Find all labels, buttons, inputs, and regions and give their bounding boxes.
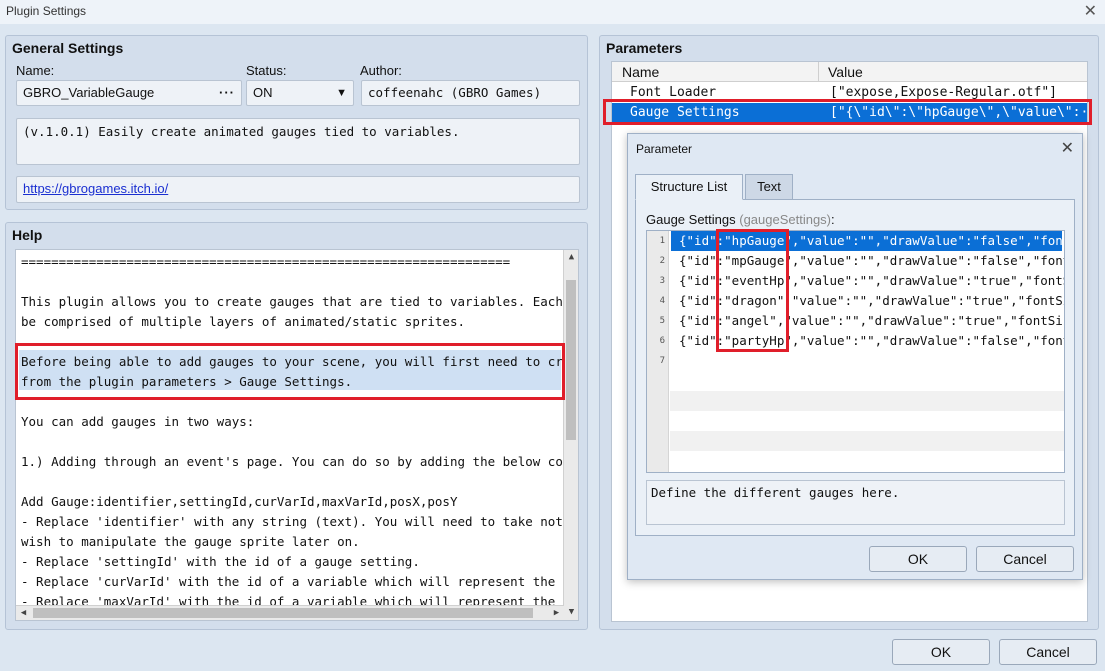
- list-item-text: {"id":"mpGauge","value":"","drawValue":"…: [679, 253, 1065, 268]
- list-item[interactable]: 6 {"id":"partyHp","value":"","drawValue":…: [647, 331, 1064, 351]
- column-header-value[interactable]: Value: [828, 64, 863, 80]
- line-number: 5: [659, 316, 665, 326]
- dialog-title: Parameter: [636, 142, 693, 156]
- structure-list-pane: Gauge Settings (gaugeSettings): 1 {"id":"…: [635, 199, 1075, 536]
- list-item-text: {"id":"dragon","value":"","drawValue":"t…: [679, 293, 1065, 308]
- scroll-left-icon[interactable]: ◀: [16, 606, 31, 620]
- dialog-cancel-button[interactable]: Cancel: [976, 546, 1074, 572]
- list-item[interactable]: 4 {"id":"dragon","value":"","drawValue":"…: [647, 291, 1064, 311]
- status-label: Status:: [246, 63, 287, 78]
- list-item[interactable]: 2 {"id":"mpGauge","value":"","drawValue":…: [647, 251, 1064, 271]
- vertical-scrollbar[interactable]: ▲ ▼: [563, 250, 578, 620]
- description-box: Define the different gauges here.: [646, 480, 1065, 525]
- help-line: This plugin allows you to create gauges …: [21, 294, 579, 309]
- url-field[interactable]: https://gbrogames.itch.io/: [16, 176, 580, 203]
- line-number: 2: [659, 256, 665, 266]
- horizontal-scrollbar[interactable]: ◀ ▶: [16, 605, 564, 620]
- ok-button[interactable]: OK: [892, 639, 990, 665]
- list-item[interactable]: 3 {"id":"eventHp","value":"","drawValue":…: [647, 271, 1064, 291]
- name-value: GBRO_VariableGauge: [23, 85, 155, 100]
- help-line: 1.) Adding through an event's page. You …: [21, 454, 579, 469]
- author-label: Author:: [360, 63, 402, 78]
- list-item-text: {"id":"eventHp","value":"","drawValue":"…: [679, 273, 1065, 288]
- scroll-thumb[interactable]: [566, 280, 576, 440]
- help-line: - Replace 'curVarId' with the id of a va…: [21, 574, 579, 589]
- empty-row: [670, 431, 1064, 451]
- help-line: from the plugin parameters > Gauge Setti…: [21, 374, 353, 389]
- help-text-area[interactable]: ========================================…: [15, 249, 579, 621]
- list-label: Gauge Settings (gaugeSettings):: [646, 212, 835, 227]
- close-icon[interactable]: ✕: [1084, 1, 1097, 21]
- list-label-colon: :: [831, 212, 835, 227]
- tab-structure-list[interactable]: Structure List: [635, 174, 743, 200]
- list-item-selected[interactable]: 1 {"id":"hpGauge","value":"","drawValue":…: [647, 231, 1064, 251]
- status-value: ON: [253, 85, 273, 100]
- list-item-text: {"id":"angel","value":"","drawValue":"tr…: [679, 313, 1065, 328]
- help-line: Add Gauge:identifier,settingId,curVarId,…: [21, 494, 458, 509]
- cancel-button[interactable]: Cancel: [999, 639, 1097, 665]
- chevron-down-icon: ▼: [336, 87, 347, 99]
- table-row[interactable]: Font Loader ["expose,Expose-Regular.otf"…: [612, 83, 1087, 103]
- browse-button[interactable]: ···: [219, 81, 235, 105]
- status-select[interactable]: ON ▼: [246, 80, 354, 106]
- author-field[interactable]: coffeenahc (GBRO Games): [361, 80, 580, 106]
- help-line: Before being able to add gauges to your …: [21, 354, 579, 369]
- name-field[interactable]: GBRO_VariableGauge ···: [16, 80, 242, 106]
- param-name: Gauge Settings: [630, 105, 740, 120]
- list-item[interactable]: 7: [647, 351, 1064, 371]
- general-settings-heading: General Settings: [12, 40, 124, 56]
- window-title: Plugin Settings: [6, 4, 87, 18]
- general-settings-panel: General Settings Name: GBRO_VariableGaug…: [5, 35, 588, 210]
- list-item-text: {"id":"partyHp","value":"","drawValue":"…: [679, 333, 1065, 348]
- empty-row: [670, 391, 1064, 411]
- dialog-ok-button[interactable]: OK: [869, 546, 967, 572]
- scroll-right-icon[interactable]: ▶: [549, 606, 564, 620]
- list-item-text: {"id":"hpGauge","value":"","drawValue":"…: [679, 233, 1065, 248]
- scroll-thumb-horizontal[interactable]: [33, 608, 533, 618]
- structure-list[interactable]: 1 {"id":"hpGauge","value":"","drawValue":…: [646, 230, 1065, 473]
- table-header: Name Value: [612, 62, 1087, 82]
- list-label-text: Gauge Settings: [646, 212, 740, 227]
- line-number: 3: [659, 276, 665, 286]
- parameters-heading: Parameters: [606, 40, 683, 56]
- scroll-down-icon[interactable]: ▼: [564, 605, 578, 620]
- line-number: 4: [659, 296, 665, 306]
- list-label-key: (gaugeSettings): [739, 212, 832, 227]
- help-heading: Help: [12, 227, 43, 243]
- table-row-selected[interactable]: Gauge Settings ["{\"id\":\"hpGauge\",\"v…: [612, 103, 1087, 123]
- help-line: be comprised of multiple layers of anima…: [21, 314, 466, 329]
- line-number: 6: [659, 336, 665, 346]
- parameter-dialog: Parameter ✕ Structure List Text Gauge Se…: [627, 133, 1083, 580]
- line-number: 7: [659, 356, 665, 366]
- help-line: - Replace 'identifier' with any string (…: [21, 514, 579, 529]
- column-header-name[interactable]: Name: [622, 64, 659, 80]
- title-bar: Plugin Settings ✕: [0, 0, 1105, 24]
- name-label: Name:: [16, 63, 55, 78]
- scroll-up-icon[interactable]: ▲: [564, 250, 578, 265]
- help-line: wish to manipulate the gauge sprite late…: [21, 534, 360, 549]
- description-field[interactable]: (v.1.0.1) Easily create animated gauges …: [16, 118, 580, 165]
- plugin-url-link[interactable]: https://gbrogames.itch.io/: [23, 181, 168, 196]
- help-line: You can add gauges in two ways:: [21, 414, 255, 429]
- help-line: - Replace 'settingId' with the id of a g…: [21, 554, 420, 569]
- param-value: ["expose,Expose-Regular.otf"]: [830, 85, 1057, 100]
- tab-text[interactable]: Text: [745, 174, 793, 200]
- param-name: Font Loader: [630, 85, 717, 100]
- column-divider: [818, 62, 819, 82]
- list-item[interactable]: 5 {"id":"angel","value":"","drawValue":"t…: [647, 311, 1064, 331]
- line-number: 1: [659, 236, 665, 246]
- param-value: ["{\"id\":\"hpGauge\",\"value\":···: [830, 105, 1088, 120]
- close-icon[interactable]: ✕: [1061, 138, 1074, 158]
- help-line: ========================================…: [21, 254, 511, 269]
